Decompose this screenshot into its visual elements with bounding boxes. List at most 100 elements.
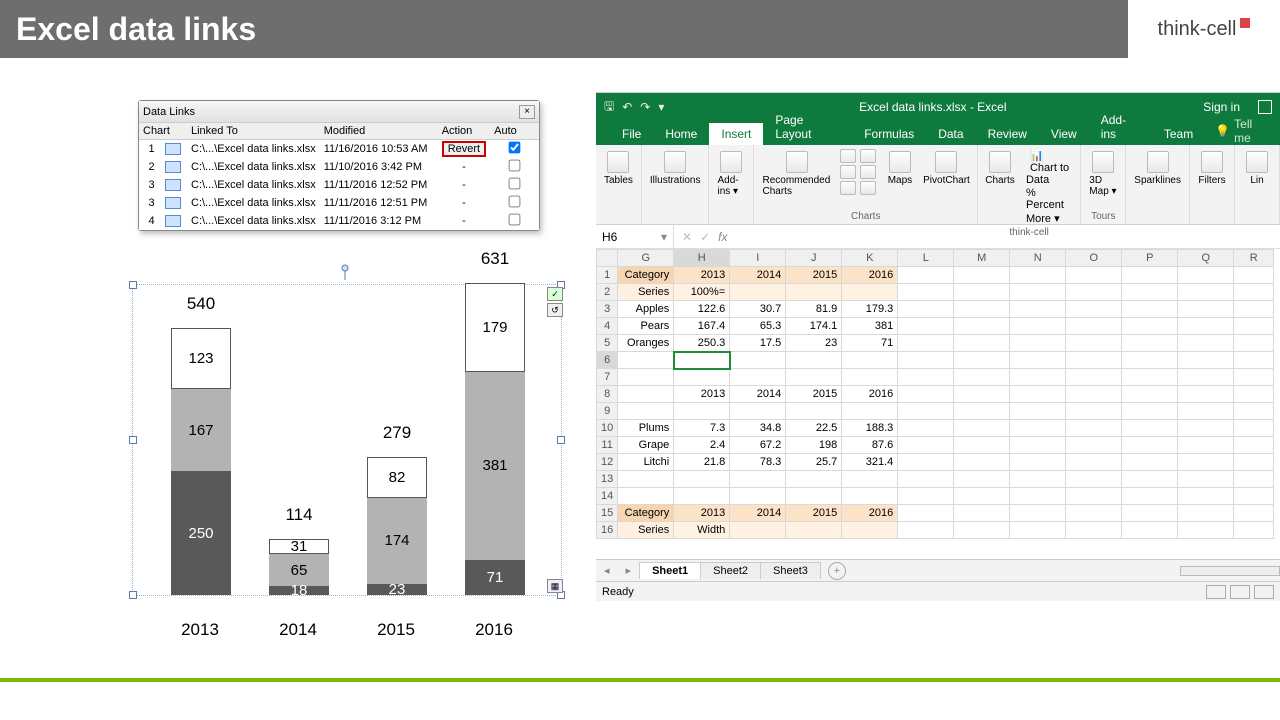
cell[interactable] [842,403,898,420]
cell[interactable] [674,403,730,420]
cell[interactable] [1066,471,1122,488]
cell[interactable]: 250.3 [674,335,730,352]
row-header[interactable]: 8 [597,386,618,403]
row-header[interactable]: 13 [597,471,618,488]
chevron-down-icon[interactable]: ▾ [661,230,667,244]
segment-oranges[interactable]: 18 [269,586,329,595]
auto-checkbox[interactable] [509,196,521,208]
cell[interactable] [1066,386,1122,403]
row-header[interactable]: 2 [597,284,618,301]
cell[interactable] [1122,403,1178,420]
cell[interactable] [1234,301,1274,318]
cell[interactable] [1066,488,1122,505]
resize-handle[interactable] [129,281,137,289]
cell[interactable]: 87.6 [842,437,898,454]
cell[interactable] [1122,318,1178,335]
cell[interactable] [1178,267,1234,284]
cell[interactable]: 2015 [786,267,842,284]
cell[interactable] [898,335,954,352]
segment-apples[interactable]: 179 [465,283,525,372]
cell[interactable] [1122,352,1178,369]
link-button[interactable]: Lin [1241,149,1273,188]
row-header[interactable]: 7 [597,369,618,386]
col-header[interactable]: K [842,250,898,267]
cell[interactable] [1010,352,1066,369]
3dmap-button[interactable]: 3D Map ▾ [1087,149,1119,199]
cell[interactable] [1234,318,1274,335]
cell[interactable]: 23 [786,335,842,352]
cell[interactable] [674,471,730,488]
dialog-titlebar[interactable]: Data Links × [139,101,539,123]
cell[interactable] [1234,403,1274,420]
segment-pears[interactable]: 167 [171,389,231,472]
revert-button[interactable]: Revert [442,141,486,157]
sheet-tab[interactable]: Sheet3 [760,562,821,579]
row-header[interactable]: 10 [597,420,618,437]
segment-apples[interactable]: 82 [367,457,427,498]
col-header[interactable]: O [1066,250,1122,267]
tell-me[interactable]: 💡Tell me [1205,117,1280,145]
cell[interactable]: 2016 [842,386,898,403]
select-all[interactable] [597,250,618,267]
col-header[interactable]: I [730,250,786,267]
cell[interactable] [730,284,786,301]
chart-type-icon[interactable] [840,165,856,179]
maximize-icon[interactable] [1258,100,1272,114]
cell[interactable] [618,471,674,488]
cell[interactable] [1066,420,1122,437]
cell[interactable]: 7.3 [674,420,730,437]
cell[interactable] [842,352,898,369]
cell[interactable] [1010,335,1066,352]
tables-button[interactable]: Tables [602,149,635,188]
cell[interactable] [730,352,786,369]
chart-type-icon[interactable] [860,149,876,163]
cell[interactable] [954,420,1010,437]
tab-data[interactable]: Data [926,123,975,145]
cell[interactable]: 2013 [674,267,730,284]
cell[interactable] [954,471,1010,488]
cell[interactable]: 78.3 [730,454,786,471]
qat-dropdown-icon[interactable]: ▾ [658,100,664,114]
cell[interactable] [1066,403,1122,420]
cell[interactable] [730,471,786,488]
cell[interactable] [1178,420,1234,437]
cell[interactable] [618,488,674,505]
cell[interactable]: 198 [786,437,842,454]
tab-review[interactable]: Review [976,123,1039,145]
cell[interactable] [1122,369,1178,386]
chart-to-data[interactable]: 📊 Chart to Data [1022,149,1074,186]
row-header[interactable]: 6 [597,352,618,369]
cell[interactable]: 2015 [786,386,842,403]
cell[interactable] [1066,369,1122,386]
excel-titlebar[interactable]: 🖫 ↶ ↷ ▾ Excel data links.xlsx - Excel Si… [596,93,1280,121]
cell[interactable] [1122,488,1178,505]
recommended-charts-button[interactable]: Recommended Charts [760,149,833,199]
cell[interactable]: 21.8 [674,454,730,471]
cell[interactable]: 25.7 [786,454,842,471]
sheet-tab[interactable]: Sheet1 [639,562,701,579]
cell[interactable] [1178,386,1234,403]
resize-handle[interactable] [129,591,137,599]
row-header[interactable]: 3 [597,301,618,318]
cell[interactable] [1234,335,1274,352]
save-icon[interactable]: 🖫 [604,97,614,118]
cell[interactable] [1066,301,1122,318]
resize-handle[interactable] [557,436,565,444]
cell[interactable]: 100%= [674,284,730,301]
cell[interactable]: 22.5 [786,420,842,437]
cell[interactable]: Category [618,267,674,284]
cell[interactable] [1010,301,1066,318]
cell[interactable] [786,352,842,369]
cell[interactable]: 67.2 [730,437,786,454]
cell[interactable]: 2014 [730,267,786,284]
cell[interactable] [786,488,842,505]
table-row[interactable]: 1 C:\...\Excel data links.xlsx 11/16/201… [139,140,539,159]
bar-2016[interactable]: 17938171631 [465,283,525,595]
cell[interactable] [1178,505,1234,522]
cell[interactable] [898,369,954,386]
cell[interactable]: 81.9 [786,301,842,318]
cell[interactable]: 2.4 [674,437,730,454]
cell[interactable]: Pears [618,318,674,335]
col-header[interactable]: H [674,250,730,267]
tc-percent[interactable]: % Percent [1022,187,1074,211]
